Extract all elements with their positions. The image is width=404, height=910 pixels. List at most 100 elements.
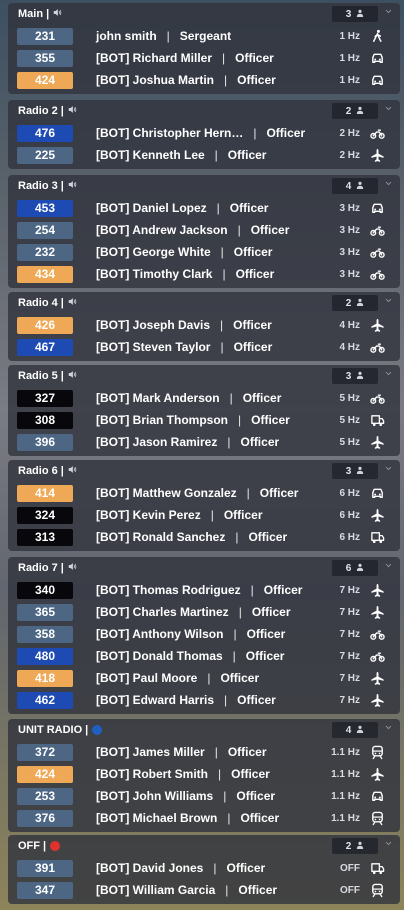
row-separator: | [227,435,231,449]
chevron-down-icon[interactable] [385,839,392,849]
channel-header[interactable]: Radio 3 | 4 [8,175,400,197]
row-separator: | [237,223,241,237]
chevron-down-icon[interactable] [385,723,392,733]
user-row[interactable]: 308 [BOT] Brian Thompson | Officer 5 Hz [8,409,400,431]
frequency-label: 1.1 Hz [331,746,360,758]
user-row[interactable]: 424 [BOT] Robert Smith | Officer 1.1 Hz [8,763,400,785]
car-icon [369,50,385,66]
channel-header[interactable]: Radio 5 | 3 [8,365,400,387]
channel-header[interactable]: OFF | 2 [8,835,400,857]
channel-title-separator: | [60,297,64,309]
user-row[interactable]: 358 [BOT] Anthony Wilson | Officer 7 Hz [8,623,400,645]
channel-header[interactable]: Radio 2 | 2 [8,100,400,122]
channel-title-separator: | [60,105,64,117]
chevron-down-icon[interactable] [385,296,392,306]
frequency-label: OFF [340,884,360,896]
train-icon [369,810,385,826]
frequency-label: 5 Hz [339,414,360,426]
user-row[interactable]: 313 [BOT] Ronald Sanchez | Officer 6 Hz [8,526,400,548]
row-separator: | [235,530,239,544]
person-icon [356,181,364,191]
channel-title-separator: | [43,840,47,852]
chevron-down-icon[interactable] [385,561,392,571]
unit-id-badge: 340 [17,581,73,599]
user-name: [BOT] Donald Thomas [96,649,223,663]
user-name: [BOT] James Miller [96,745,205,759]
user-name: [BOT] Ronald Sanchez [96,530,226,544]
unit-id-badge: 253 [17,787,73,805]
user-row[interactable]: 434 [BOT] Timothy Clark | Officer 3 Hz [8,263,400,285]
train-icon [369,744,385,760]
row-separator: | [224,73,228,87]
user-row[interactable]: 480 [BOT] Donald Thomas | Officer 7 Hz [8,645,400,667]
speaker-icon [68,562,77,574]
user-row[interactable]: 365 [BOT] Charles Martinez | Officer 7 Hz [8,601,400,623]
unit-id-badge: 424 [17,71,73,89]
chevron-down-icon[interactable] [385,464,392,474]
user-row[interactable]: 327 [BOT] Mark Anderson | Officer 5 Hz [8,387,400,409]
channel-title: Radio 7 [18,562,58,574]
unit-id-badge: 453 [17,199,73,217]
unit-id-badge: 434 [17,265,73,283]
user-name: [BOT] Andrew Jackson [96,223,228,237]
chevron-down-icon[interactable] [385,179,392,189]
person-icon [356,371,364,381]
row-separator: | [225,883,229,897]
user-row[interactable]: 347 [BOT] William Garcia | Officer OFF [8,879,400,901]
member-count-value: 3 [345,370,352,382]
chevron-down-icon[interactable] [385,369,392,379]
member-count-value: 3 [345,465,352,477]
user-rank: Officer [229,201,269,215]
user-rank: Officer [233,340,273,354]
member-count-badge: 6 [332,560,378,576]
row-separator: | [207,671,211,685]
user-row[interactable]: 253 [BOT] John Williams | Officer 1.1 Hz [8,785,400,807]
user-row[interactable]: 376 [BOT] Michael Brown | Officer 1.1 Hz [8,807,400,829]
user-row[interactable]: 340 [BOT] Thomas Rodriguez | Officer 7 Hz [8,579,400,601]
user-row[interactable]: 414 [BOT] Matthew Gonzalez | Officer 6 Hz [8,482,400,504]
unit-id-badge: 355 [17,49,73,67]
channel-header[interactable]: Main | 3 [8,3,400,25]
member-count-value: 4 [345,724,352,736]
user-name: [BOT] Brian Thompson [96,413,228,427]
channel-title-separator: | [60,370,64,382]
unit-id-badge: 225 [17,146,73,164]
channel-header[interactable]: Radio 7 | 6 [8,557,400,579]
user-row[interactable]: 232 [BOT] George White | Officer 3 Hz [8,241,400,263]
user-row[interactable]: 225 [BOT] Kenneth Lee | Officer 2 Hz [8,144,400,166]
channel-header[interactable]: Radio 6 | 3 [8,460,400,482]
channel-section: Radio 3 | 4 453 [BOT] Daniel Lopez | Officer 3 … [8,175,400,288]
user-row[interactable]: 462 [BOT] Edward Harris | Officer 7 Hz [8,689,400,711]
frequency-label: 5 Hz [339,436,360,448]
row-separator: | [166,29,170,43]
user-row[interactable]: 372 [BOT] James Miller | Officer 1.1 Hz [8,741,400,763]
user-row[interactable]: 391 [BOT] David Jones | Officer OFF [8,857,400,879]
row-separator: | [232,649,236,663]
user-row[interactable]: 476 [BOT] Christopher Hern… | Officer 2 Hz [8,122,400,144]
user-row[interactable]: 324 [BOT] Kevin Perez | Officer 6 Hz [8,504,400,526]
channel-header[interactable]: Radio 4 | 2 [8,292,400,314]
user-rank: Officer [259,486,299,500]
user-row[interactable]: 254 [BOT] Andrew Jackson | Officer 3 Hz [8,219,400,241]
member-count-badge: 3 [332,368,378,384]
chevron-down-icon[interactable] [385,104,392,114]
user-row[interactable]: 426 [BOT] Joseph Davis | Officer 4 Hz [8,314,400,336]
user-row[interactable]: 355 [BOT] Richard Miller | Officer 1 Hz [8,47,400,69]
user-row[interactable]: 418 [BOT] Paul Moore | Officer 7 Hz [8,667,400,689]
channel-section: Radio 7 | 6 340 [BOT] Thomas Rodriguez | Offic… [8,557,400,714]
unit-id-badge: 327 [17,389,73,407]
channel-section: Radio 5 | 3 327 [BOT] Mark Anderson | Officer 5… [8,365,400,456]
user-name: [BOT] Steven Taylor [96,340,211,354]
user-row[interactable]: 453 [BOT] Daniel Lopez | Officer 3 Hz [8,197,400,219]
user-row[interactable]: 396 [BOT] Jason Ramirez | Officer 5 Hz [8,431,400,453]
truck-icon [369,860,385,876]
row-separator: | [222,51,226,65]
frequency-label: 4 Hz [339,341,360,353]
channel-header[interactable]: UNIT RADIO | 4 [8,719,400,741]
chevron-down-icon[interactable] [385,7,392,17]
user-row[interactable]: 424 [BOT] Joshua Martin | Officer 1 Hz [8,69,400,91]
user-row[interactable]: 231 john smith | Sergeant 1 Hz [8,25,400,47]
user-name: [BOT] Joshua Martin [96,73,215,87]
user-row[interactable]: 467 [BOT] Steven Taylor | Officer 4 Hz [8,336,400,358]
user-rank: Officer [240,811,280,825]
